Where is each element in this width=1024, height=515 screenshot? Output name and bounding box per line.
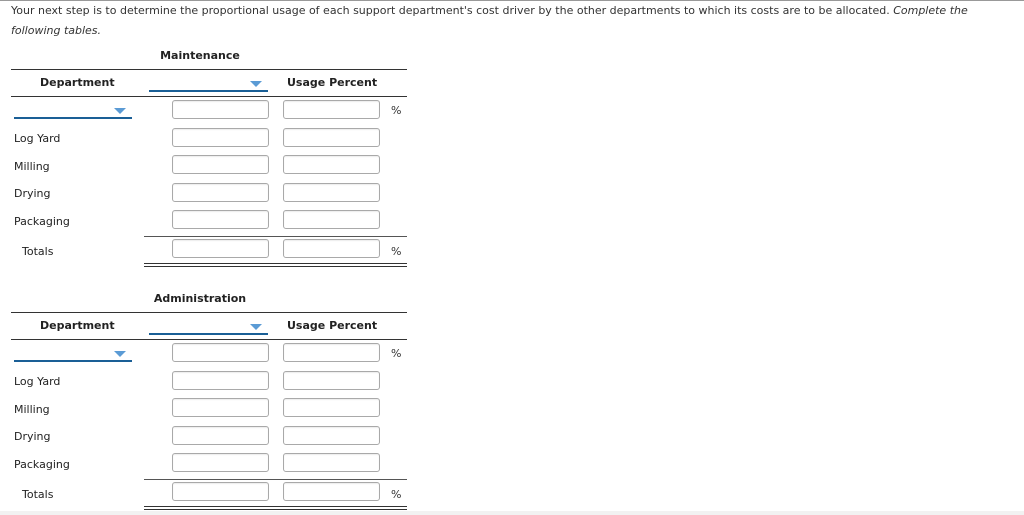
percent-sign: % <box>391 488 402 501</box>
log-yard-value-input[interactable] <box>172 371 269 390</box>
drying-value-input[interactable] <box>172 183 269 202</box>
log-yard-percent-input[interactable] <box>283 371 380 390</box>
row-label-milling: Milling <box>14 403 50 416</box>
instructions-text: Your next step is to determine the propo… <box>11 4 890 17</box>
totals-percent-input[interactable] <box>283 482 380 501</box>
drying-percent-input[interactable] <box>283 426 380 445</box>
usage-percent-header: Usage Percent <box>287 319 378 332</box>
totals-label: Totals <box>22 488 54 501</box>
row-label-packaging: Packaging <box>14 215 70 228</box>
chevron-down-icon <box>250 81 262 87</box>
top-rule <box>11 69 407 70</box>
first-row-percent-input[interactable] <box>283 343 380 362</box>
packaging-value-input[interactable] <box>172 453 269 472</box>
row-label-packaging: Packaging <box>14 458 70 471</box>
percent-sign: % <box>391 245 402 258</box>
double-rule-bottom <box>144 266 407 267</box>
department-header: Department <box>40 76 115 89</box>
instructions: Your next step is to determine the propo… <box>11 1 1011 41</box>
first-row-value-input[interactable] <box>172 100 269 119</box>
department-header: Department <box>40 319 115 332</box>
department-dropdown[interactable] <box>14 108 132 119</box>
log-yard-value-input[interactable] <box>172 128 269 147</box>
totals-label: Totals <box>22 245 54 258</box>
totals-rule <box>144 236 407 237</box>
percent-sign: % <box>391 104 402 117</box>
double-rule-top <box>144 263 407 264</box>
row-label-log-yard: Log Yard <box>14 375 61 388</box>
chevron-down-icon <box>114 108 126 114</box>
double-rule-bottom <box>144 509 407 510</box>
header-rule <box>11 339 407 340</box>
table-title: Maintenance <box>160 49 240 62</box>
department-dropdown[interactable] <box>14 351 132 362</box>
table-title: Administration <box>153 292 247 305</box>
row-label-drying: Drying <box>14 187 51 200</box>
column-dropdown[interactable] <box>149 81 268 92</box>
row-label-milling: Milling <box>14 160 50 173</box>
drying-percent-input[interactable] <box>283 183 380 202</box>
totals-value-input[interactable] <box>172 239 269 258</box>
row-label-drying: Drying <box>14 430 51 443</box>
totals-rule <box>144 479 407 480</box>
drying-value-input[interactable] <box>172 426 269 445</box>
log-yard-percent-input[interactable] <box>283 128 380 147</box>
milling-percent-input[interactable] <box>283 398 380 417</box>
first-row-percent-input[interactable] <box>283 100 380 119</box>
header-rule <box>11 96 407 97</box>
packaging-percent-input[interactable] <box>283 210 380 229</box>
packaging-percent-input[interactable] <box>283 453 380 472</box>
double-rule-top <box>144 506 407 507</box>
column-dropdown[interactable] <box>149 324 268 335</box>
row-label-log-yard: Log Yard <box>14 132 61 145</box>
totals-value-input[interactable] <box>172 482 269 501</box>
totals-percent-input[interactable] <box>283 239 380 258</box>
usage-percent-header: Usage Percent <box>287 76 378 89</box>
top-rule <box>11 312 407 313</box>
chevron-down-icon <box>114 351 126 357</box>
chevron-down-icon <box>250 324 262 330</box>
milling-value-input[interactable] <box>172 398 269 417</box>
percent-sign: % <box>391 347 402 360</box>
packaging-value-input[interactable] <box>172 210 269 229</box>
first-row-value-input[interactable] <box>172 343 269 362</box>
milling-percent-input[interactable] <box>283 155 380 174</box>
milling-value-input[interactable] <box>172 155 269 174</box>
page-bottom-edge <box>0 511 1024 515</box>
